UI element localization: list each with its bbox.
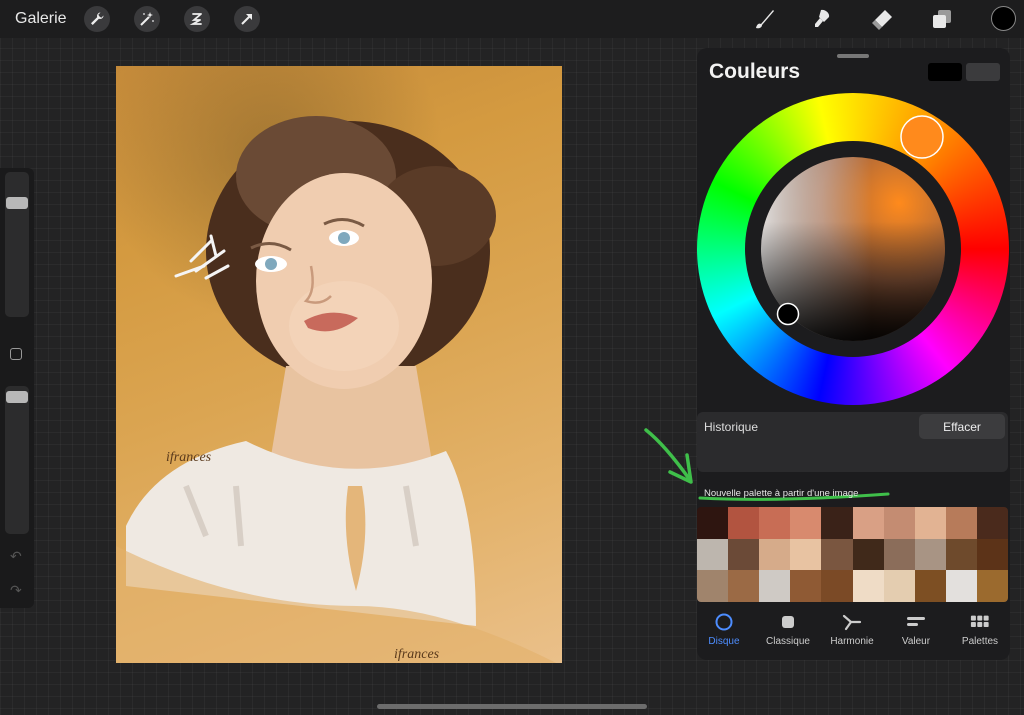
primary-color-swatch[interactable] — [928, 63, 962, 81]
palette-swatch[interactable] — [914, 570, 946, 602]
panel-title: Couleurs — [709, 60, 801, 83]
svg-text:ifrances: ifrances — [166, 450, 212, 465]
brush-icon[interactable] — [751, 6, 777, 32]
saturation-selector-handle[interactable] — [776, 302, 800, 326]
palette-swatch[interactable] — [914, 507, 946, 539]
palette-swatch[interactable] — [945, 538, 977, 571]
transform-arrow-icon[interactable] — [234, 6, 260, 32]
selection-icon[interactable] — [184, 6, 210, 32]
layers-icon[interactable] — [929, 6, 955, 32]
palette-swatch[interactable] — [759, 538, 791, 571]
palette-grid-icon — [970, 612, 990, 632]
palette-swatch[interactable] — [945, 570, 977, 602]
palette-swatch[interactable] — [821, 570, 853, 602]
tab-disc-label: Disque — [708, 636, 740, 647]
palette-swatch[interactable] — [883, 538, 915, 571]
smudge-icon[interactable] — [810, 6, 836, 32]
redo-icon[interactable]: ↷ — [10, 582, 22, 599]
palette-swatch[interactable] — [976, 538, 1008, 571]
tab-palettes-label: Palettes — [961, 636, 999, 647]
palette-swatch[interactable] — [728, 538, 760, 571]
value-sliders-icon — [906, 612, 926, 632]
palette-swatch[interactable] — [914, 538, 946, 571]
palette-swatch[interactable] — [883, 507, 915, 539]
palette-swatch[interactable] — [883, 570, 915, 602]
opacity-slider[interactable] — [5, 386, 29, 534]
home-indicator[interactable] — [377, 704, 647, 709]
palette-swatch[interactable] — [852, 507, 884, 539]
palette-swatch[interactable] — [759, 570, 791, 602]
tab-value-label: Valeur — [901, 636, 931, 647]
palette-swatch[interactable] — [790, 538, 822, 571]
palette-swatch[interactable] — [790, 507, 822, 539]
color-palette-grid — [697, 507, 1008, 602]
palette-swatch[interactable] — [976, 570, 1008, 602]
palette-swatch[interactable] — [697, 507, 729, 539]
modify-button[interactable] — [10, 348, 22, 360]
secondary-color-swatch[interactable] — [966, 63, 1000, 81]
circle-icon — [714, 612, 734, 632]
eraser-icon[interactable] — [869, 6, 895, 32]
portrait-artwork: ifrances ifrances — [116, 116, 557, 663]
tab-harmony-label: Harmonie — [830, 636, 874, 647]
palette-swatch[interactable] — [697, 570, 729, 602]
palette-swatch[interactable] — [821, 507, 853, 539]
clear-history-button[interactable]: Effacer — [919, 414, 1005, 439]
wrench-icon[interactable] — [84, 6, 110, 32]
harmony-icon — [842, 612, 862, 632]
top-toolbar: Galerie — [0, 0, 1024, 38]
palette-swatch[interactable] — [852, 538, 884, 571]
artwork-canvas[interactable]: ifrances ifrances — [116, 66, 562, 663]
current-color-swatch[interactable] — [991, 6, 1016, 31]
opacity-thumb[interactable] — [6, 391, 28, 403]
palette-swatch[interactable] — [976, 507, 1008, 539]
hue-selector-handle[interactable] — [900, 115, 944, 159]
tab-classic-label: Classique — [766, 636, 810, 647]
palette-swatch[interactable] — [790, 570, 822, 602]
palette-swatch[interactable] — [945, 507, 977, 539]
palette-swatch[interactable] — [728, 570, 760, 602]
palette-swatch[interactable] — [728, 507, 760, 539]
palette-swatch[interactable] — [821, 538, 853, 571]
svg-text:ifrances: ifrances — [394, 647, 440, 662]
color-disc[interactable] — [697, 93, 1009, 405]
palette-swatch[interactable] — [697, 538, 729, 571]
left-sidebar: ↶ ↷ — [0, 168, 34, 608]
palette-swatch[interactable] — [759, 507, 791, 539]
new-palette-from-image[interactable]: Nouvelle palette à partir d'une image — [704, 488, 858, 499]
gallery-button[interactable]: Galerie — [15, 10, 67, 28]
undo-icon[interactable]: ↶ — [10, 548, 22, 565]
panel-grabber[interactable] — [837, 54, 869, 58]
brush-size-slider[interactable] — [5, 172, 29, 317]
square-icon — [778, 612, 798, 632]
brush-size-thumb[interactable] — [6, 197, 28, 209]
palette-swatch[interactable] — [852, 570, 884, 602]
magic-wand-icon[interactable] — [134, 6, 160, 32]
